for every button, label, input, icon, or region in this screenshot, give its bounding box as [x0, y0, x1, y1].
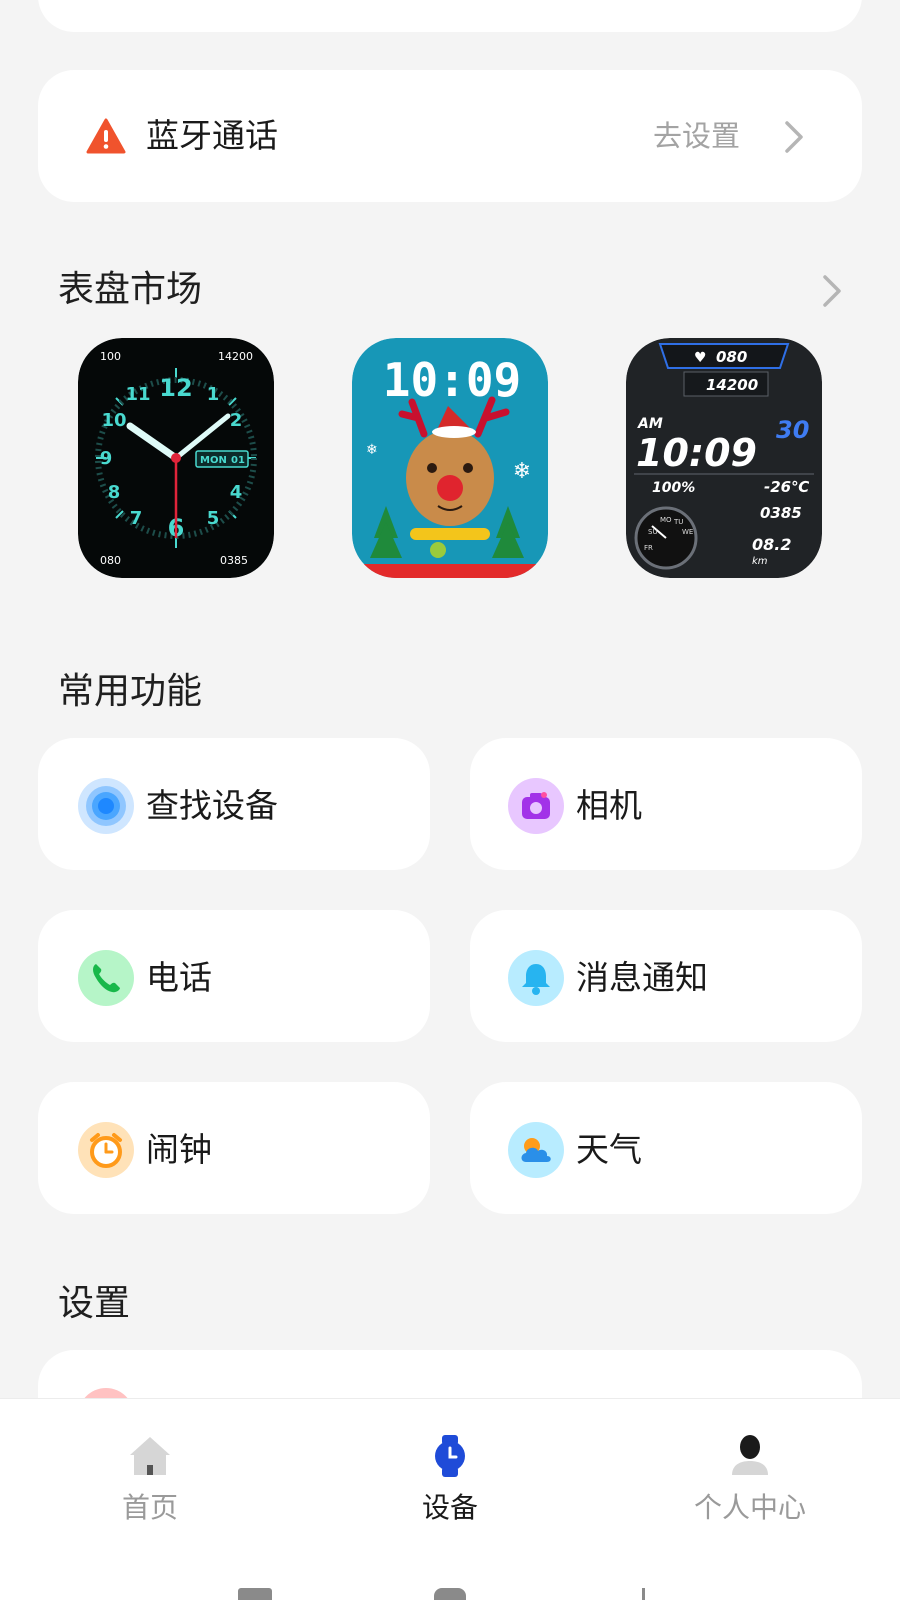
svg-text:9: 9 — [100, 448, 113, 469]
bluetooth-call-title: 蓝牙通话 — [146, 116, 278, 155]
bell-icon — [508, 950, 564, 1006]
svg-text:7: 7 — [130, 508, 143, 529]
watch-face-digital[interactable]: 080 ♥ 14200 AM 10:09 30 100% -26℃ SU MO … — [626, 338, 822, 578]
home-icon — [130, 1437, 170, 1475]
settings-title: 设置 — [58, 1283, 131, 1324]
warning-triangle-icon — [86, 118, 126, 154]
face2-time: 10:09 — [383, 353, 521, 407]
svg-text:SU: SU — [648, 528, 658, 536]
phone-label: 电话 — [146, 958, 212, 997]
face3-temperature: -26℃ — [764, 478, 810, 496]
watch-face-analog[interactable]: 100 14200 12 1 2 3 4 5 6 7 8 9 10 11 MON… — [78, 338, 274, 578]
face1-date: 01 — [231, 455, 245, 466]
face3-battery: 100% — [652, 480, 695, 496]
weather-icon — [508, 1122, 564, 1178]
svg-text:8: 8 — [108, 482, 121, 503]
svg-text:5: 5 — [207, 508, 220, 529]
chevron-right-icon[interactable] — [822, 274, 842, 308]
system-recents-button[interactable] — [238, 1588, 272, 1600]
face1-steps: 14200 — [218, 350, 253, 363]
bottom-navigation: 首页 设备 个人中心 — [0, 1398, 900, 1601]
find-device-icon — [78, 778, 134, 834]
svg-text:1: 1 — [207, 384, 220, 405]
svg-text:❄: ❄ — [366, 442, 378, 458]
previous-card — [38, 0, 862, 32]
face3-distance: 08.2 — [752, 535, 791, 554]
face1-calories: 0385 — [220, 554, 248, 567]
svg-text:❄: ❄ — [513, 459, 531, 484]
svg-text:FR: FR — [644, 544, 653, 552]
face3-distance-unit: km — [752, 556, 768, 567]
system-back-button[interactable] — [642, 1588, 655, 1600]
common-functions-title: 常用功能 — [58, 671, 203, 712]
watch-face-reindeer[interactable]: 10:09 ❄ ❄ — [352, 338, 548, 578]
svg-text:WE: WE — [682, 528, 693, 536]
nav-home-label: 首页 — [121, 1491, 178, 1524]
go-settings-link[interactable]: 去设置 — [653, 116, 740, 156]
watch-icon — [435, 1435, 465, 1477]
chevron-right-icon[interactable] — [784, 120, 804, 154]
svg-text:4: 4 — [230, 482, 243, 503]
face1-heart: 100 — [100, 350, 121, 363]
nav-profile[interactable]: 个人中心 — [600, 1399, 900, 1549]
alarm-label: 闹钟 — [146, 1130, 212, 1169]
nav-profile-label: 个人中心 — [693, 1491, 806, 1524]
phone-icon — [78, 950, 134, 1006]
person-icon — [732, 1435, 768, 1475]
nav-device-label: 设备 — [421, 1491, 478, 1524]
svg-text:TU: TU — [673, 518, 683, 526]
face1-bpm: 080 — [100, 554, 121, 567]
find-device-label: 查找设备 — [146, 786, 278, 825]
camera-label: 相机 — [576, 786, 642, 825]
face3-heart: 080 — [716, 348, 747, 366]
svg-text:♥: ♥ — [694, 350, 707, 366]
watch-face-market-title: 表盘市场 — [58, 269, 203, 310]
weather-label: 天气 — [576, 1130, 642, 1169]
alarm-clock-icon — [78, 1122, 134, 1178]
svg-text:MO: MO — [660, 516, 672, 524]
nav-home[interactable]: 首页 — [0, 1399, 300, 1549]
face1-day: MON — [200, 455, 227, 466]
face3-date: 30 — [776, 416, 809, 444]
svg-text:12: 12 — [159, 374, 192, 402]
nav-device[interactable]: 设备 — [300, 1399, 600, 1549]
notifications-label: 消息通知 — [576, 958, 708, 997]
face3-ampm: AM — [637, 416, 663, 432]
svg-text:10: 10 — [101, 410, 126, 431]
svg-text:11: 11 — [125, 384, 150, 405]
camera-icon — [508, 778, 564, 834]
face3-steps: 14200 — [706, 376, 758, 394]
face3-calories: 0385 — [760, 504, 802, 522]
system-home-button[interactable] — [434, 1588, 466, 1600]
svg-text:2: 2 — [230, 410, 243, 431]
face3-time: 10:09 — [636, 431, 757, 475]
